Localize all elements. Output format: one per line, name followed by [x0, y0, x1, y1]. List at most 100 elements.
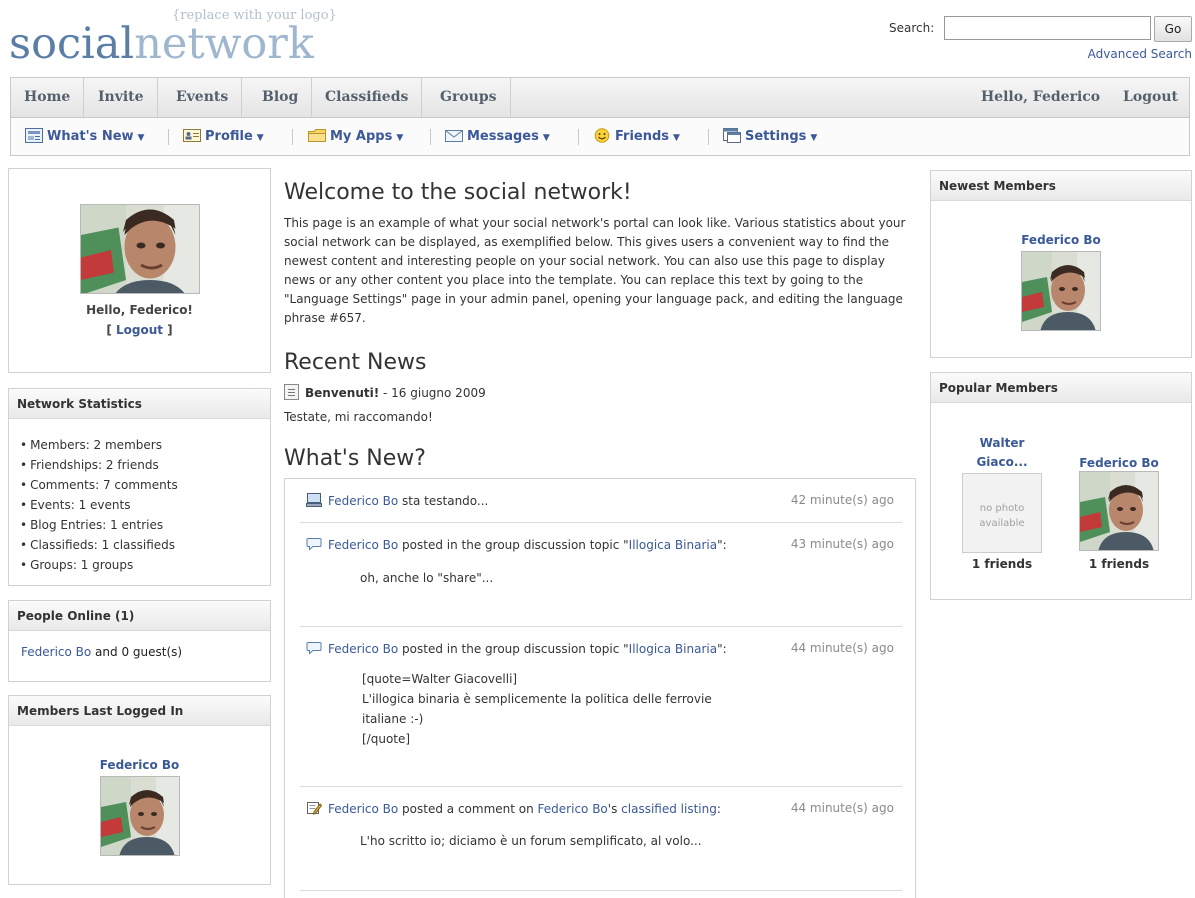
feed-action-end: ": — [717, 538, 727, 552]
subnav-profile-label: Profile — [205, 129, 253, 144]
folder-icon — [308, 121, 326, 142]
newest-member-name[interactable]: Federico Bo — [931, 233, 1191, 247]
profile-greeting: Hello, Federico! — [86, 303, 193, 317]
window-icon — [723, 121, 741, 143]
news-headline[interactable]: Benvenuti! — [305, 386, 379, 400]
feed-action-end: : — [716, 802, 721, 816]
sub-navigation: What's New ▼ Profile ▼ My Apps ▼ Messages ▼ … — [10, 118, 1190, 156]
feed-user-link[interactable]: Federico Bo — [328, 802, 398, 816]
feed-classified-link[interactable]: classified listing — [621, 802, 717, 816]
feed-body-line: oh, anche lo "share"... — [360, 571, 494, 585]
subnav-my-apps[interactable]: My Apps ▼ — [308, 118, 403, 155]
feed-user-link[interactable]: Federico Bo — [328, 642, 398, 656]
subnav-my-apps-label: My Apps — [330, 129, 393, 144]
id-card-icon — [183, 121, 201, 142]
subnav-whats-new[interactable]: What's New ▼ — [25, 118, 144, 155]
subnav-divider — [578, 129, 579, 145]
members-last-logged-title: Members Last Logged In — [9, 696, 270, 726]
online-user-link[interactable]: Federico Bo — [21, 645, 91, 659]
recent-news-title: Recent News — [284, 350, 427, 375]
subnav-whats-new-label: What's New — [47, 129, 134, 144]
online-guests: and 0 guest(s) — [91, 645, 183, 659]
no-photo-text: available — [979, 518, 1025, 529]
no-photo-placeholder[interactable]: no photo available — [962, 473, 1042, 553]
welcome-text: This page is an example of what your soc… — [284, 216, 906, 325]
newest-members-title: Newest Members — [931, 171, 1191, 201]
feed-body-line: [quote=Walter Giacovelli] — [362, 672, 518, 686]
site-logo[interactable]: socialnetwork — [9, 14, 314, 74]
subnav-friends-label: Friends — [615, 129, 670, 144]
chevron-down-icon: ▼ — [810, 133, 818, 143]
feed-user-link[interactable]: Federico Bo — [328, 538, 398, 552]
profile-logout-link[interactable]: Logout — [116, 323, 163, 337]
last-logged-member-avatar[interactable] — [100, 776, 180, 856]
logo-text-social: social — [9, 19, 135, 69]
nav-blog[interactable]: Blog — [249, 78, 313, 117]
feed-user-link[interactable]: Federico Bo — [328, 494, 398, 508]
whats-new-title: What's New? — [284, 446, 426, 471]
subnav-divider — [430, 129, 431, 145]
chevron-down-icon: ▼ — [542, 133, 550, 143]
bracket-open: [ — [106, 323, 116, 337]
newspaper-icon — [25, 121, 43, 143]
speech-bubble-icon — [306, 641, 322, 655]
subnav-profile[interactable]: Profile ▼ — [183, 118, 264, 155]
subnav-divider — [708, 129, 709, 145]
people-online-title: People Online (1) — [9, 601, 270, 631]
subnav-divider — [168, 129, 169, 145]
subnav-messages[interactable]: Messages ▼ — [445, 118, 550, 155]
popular-member-name-line: Walter — [979, 436, 1025, 450]
search-input[interactable] — [944, 16, 1151, 40]
smiley-icon — [593, 121, 611, 143]
nav-home[interactable]: Home — [11, 78, 85, 117]
feed-body-line: [/quote] — [362, 732, 411, 746]
popular-member-friends: 1 friends — [1088, 557, 1150, 571]
network-statistics-title: Network Statistics — [9, 389, 270, 419]
popular-member-name-line: Giaco... — [976, 455, 1028, 469]
feed-timestamp: 43 minute(s) ago — [790, 537, 894, 551]
feed-action-text: posted in the group discussion topic " — [398, 538, 629, 552]
advanced-search-link[interactable]: Advanced Search — [1088, 47, 1192, 61]
computer-icon — [306, 493, 322, 507]
stat-comments: Comments: 7 comments — [20, 475, 270, 495]
feed-timestamp: 42 minute(s) ago — [790, 493, 894, 507]
news-date: - 16 giugno 2009 — [379, 386, 486, 400]
popular-member-name[interactable]: Walter Giaco... — [952, 434, 1052, 472]
chevron-down-icon: ▼ — [396, 133, 404, 143]
welcome-title: Welcome to the social network! — [284, 180, 632, 205]
stat-friendships: Friendships: 2 friends — [20, 455, 270, 475]
feed-topic-link[interactable]: Illogica Binaria — [629, 538, 717, 552]
subnav-friends[interactable]: Friends ▼ — [593, 118, 680, 155]
people-online-box: People Online (1) Federico Bo and 0 gues… — [8, 600, 271, 682]
feed-item: Federico Bo posted in the group discussi… — [300, 523, 902, 627]
newest-member-avatar[interactable] — [1021, 251, 1101, 331]
news-body: Testate, mi raccomando! — [284, 410, 433, 424]
stat-events: Events: 1 events — [20, 495, 270, 515]
feed-owner-link[interactable]: Federico Bo — [538, 802, 608, 816]
main-navigation: Home Invite Events Blog Classifieds Grou… — [10, 77, 1190, 118]
feed-action-text: sta testando... — [398, 494, 489, 508]
speech-bubble-icon — [306, 537, 322, 551]
popular-member-avatar[interactable] — [1079, 471, 1159, 551]
nav-logout[interactable]: Logout — [1123, 89, 1178, 105]
envelope-icon — [445, 121, 463, 142]
feed-owner-suffix: 's — [607, 802, 622, 816]
last-logged-member-name[interactable]: Federico Bo — [9, 758, 270, 772]
search-go-button[interactable]: Go — [1154, 16, 1192, 42]
stat-groups: Groups: 1 groups — [20, 555, 270, 575]
nav-classifieds[interactable]: Classifieds — [312, 78, 423, 117]
chevron-down-icon: ▼ — [256, 133, 264, 143]
feed-action-end: ": — [717, 642, 727, 656]
feed-item-body: oh, anche lo "share"... — [360, 568, 493, 588]
feed-item: Federico Bo sta testando... 42 minute(s)… — [300, 479, 902, 523]
bracket-close: ] — [163, 323, 173, 337]
nav-invite[interactable]: Invite — [85, 78, 158, 117]
chevron-down-icon: ▼ — [137, 133, 145, 143]
feed-item-header: Federico Bo posted a comment on Federico… — [306, 801, 721, 816]
newest-members-box: Newest Members Federico Bo — [930, 170, 1192, 358]
feed-topic-link[interactable]: Illogica Binaria — [629, 642, 717, 656]
profile-avatar[interactable] — [80, 204, 200, 294]
nav-groups[interactable]: Groups — [427, 78, 511, 117]
subnav-settings[interactable]: Settings ▼ — [723, 118, 817, 155]
nav-events[interactable]: Events — [163, 78, 243, 117]
